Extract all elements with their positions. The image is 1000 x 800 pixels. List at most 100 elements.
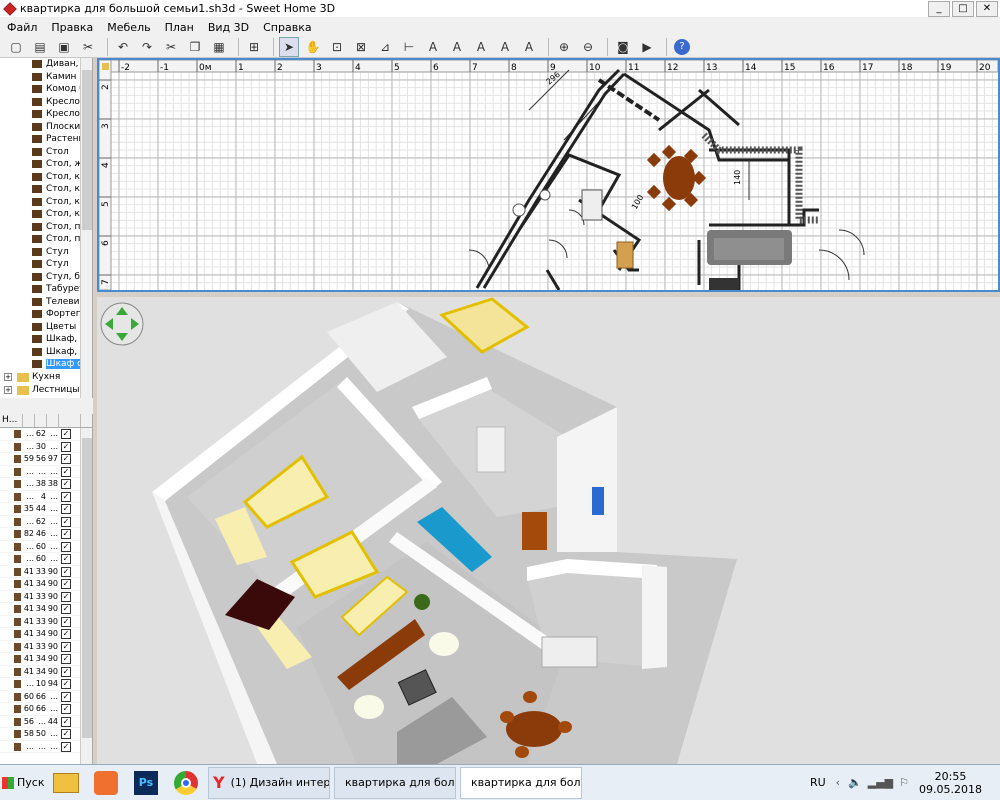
catalog-item[interactable]: Стол, к <box>0 171 92 184</box>
table-row[interactable]: ... 60... ✓ <box>0 553 92 566</box>
table-row[interactable]: ... 38 38 ✓ <box>0 478 92 491</box>
title-bar[interactable]: квартирка для большой семьи1.sh3d - Swee… <box>0 0 1000 18</box>
visible-checkbox[interactable]: ✓ <box>61 604 71 614</box>
table-row[interactable]: ... 62... ✓ <box>0 428 92 441</box>
table-row[interactable]: ......... ✓ <box>0 466 92 478</box>
table-scrollbar[interactable] <box>80 428 92 764</box>
volume-icon[interactable]: 🔈 <box>848 776 862 789</box>
create-polylines-button[interactable]: ⊿ <box>375 37 395 57</box>
catalog-item[interactable]: Стул, б <box>0 271 92 284</box>
column-depth[interactable] <box>35 414 47 427</box>
visible-checkbox[interactable]: ✓ <box>61 491 71 502</box>
catalog-item[interactable]: Стол, п <box>0 221 92 234</box>
catalog-item[interactable]: Цветы <box>0 321 92 334</box>
table-row[interactable]: 35 44... ✓ <box>0 503 92 516</box>
visible-checkbox[interactable]: ✓ <box>61 654 71 664</box>
menu-file[interactable]: Файл <box>0 21 44 34</box>
plan-canvas[interactable]: -2 -1 0м 1 2 3 4 5 6 7 8 9 10 11 12 13 14 15 16 17 18 19 20234… <box>99 60 998 290</box>
catalog-item[interactable]: Фортеп <box>0 308 92 321</box>
visible-checkbox[interactable]: ✓ <box>61 479 71 489</box>
table-row[interactable]: 41 33 90 ✓ <box>0 616 92 628</box>
column-name[interactable]: Н... <box>0 414 23 427</box>
visible-checkbox[interactable]: ✓ <box>61 466 71 477</box>
visible-checkbox[interactable]: ✓ <box>61 429 71 439</box>
menu-edit[interactable]: Правка <box>44 21 100 34</box>
task-sweethome-1[interactable]: квартирка для бол... <box>334 766 456 799</box>
table-row[interactable]: 41 33 90 ✓ <box>0 641 92 653</box>
language-indicator[interactable]: RU <box>810 776 826 789</box>
font-button[interactable]: A <box>471 37 491 57</box>
visible-checkbox[interactable]: ✓ <box>61 441 71 452</box>
3d-canvas[interactable] <box>97 297 1000 764</box>
visible-checkbox[interactable]: ✓ <box>61 579 71 589</box>
visible-checkbox[interactable]: ✓ <box>61 454 71 464</box>
table-row[interactable]: 41 34 90 ✓ <box>0 628 92 641</box>
column-visible[interactable] <box>59 414 81 427</box>
bold-button[interactable]: A <box>495 37 515 57</box>
catalog-item[interactable]: Стол, к <box>0 208 92 221</box>
table-row[interactable]: 60 66... ✓ <box>0 691 92 703</box>
save-button[interactable]: ▣ <box>54 37 74 57</box>
flag-icon[interactable]: ⚐ <box>899 776 909 789</box>
table-row[interactable]: 82 46... ✓ <box>0 528 92 541</box>
text-style-button[interactable]: A <box>447 37 467 57</box>
table-row[interactable]: 58 50... ✓ <box>0 728 92 741</box>
menu-help[interactable]: Справка <box>256 21 318 34</box>
menu-plan[interactable]: План <box>158 21 201 34</box>
table-row[interactable]: 56... 44 ✓ <box>0 716 92 728</box>
plan-view[interactable]: -2 -1 0м 1 2 3 4 5 6 7 8 9 10 11 12 13 14 15 16 17 18 19 20 2 3 4… <box>97 58 1000 292</box>
catalog-item[interactable]: Стол, ж <box>0 158 92 171</box>
catalog-item[interactable]: Шкаф, к <box>0 333 92 346</box>
catalog-item[interactable]: Плоский <box>0 121 92 134</box>
table-row[interactable]: 41 34 90 ✓ <box>0 603 92 616</box>
taskbar-photoshop[interactable]: Ps <box>128 767 164 799</box>
scroll-thumb[interactable] <box>82 438 92 738</box>
tree-folder-kitchen[interactable]: + Кухня <box>0 371 92 384</box>
3d-view[interactable] <box>97 297 1000 764</box>
expand-icon[interactable]: + <box>4 385 12 394</box>
visible-checkbox[interactable]: ✓ <box>61 729 71 739</box>
undo-button[interactable]: ↶ <box>113 37 133 57</box>
minimize-button[interactable]: _ <box>928 0 950 17</box>
paste-button[interactable]: ▦ <box>209 37 229 57</box>
tree-folder-stairs[interactable]: + Лестницы <box>0 384 92 397</box>
visible-checkbox[interactable]: ✓ <box>61 554 71 564</box>
catalog-item[interactable]: Телевиз <box>0 296 92 309</box>
start-button[interactable]: Пуск <box>2 767 48 799</box>
create-rooms-button[interactable]: ⊠ <box>351 37 371 57</box>
table-row[interactable]: ... 4... ✓ <box>0 491 92 503</box>
visible-checkbox[interactable]: ✓ <box>61 641 71 652</box>
create-walls-button[interactable]: ⊡ <box>327 37 347 57</box>
taskbar-media-player[interactable] <box>88 767 124 799</box>
select-button[interactable]: ➤ <box>279 36 299 57</box>
copy-button[interactable]: ❐ <box>185 37 205 57</box>
clock[interactable]: 20:55 09.05.2018 <box>919 770 982 796</box>
table-row[interactable]: 59 56 97 ✓ <box>0 453 92 466</box>
catalog-item[interactable]: Стол, к <box>0 183 92 196</box>
visible-checkbox[interactable]: ✓ <box>61 566 71 577</box>
video-button[interactable]: ▶ <box>637 37 657 57</box>
catalog-item[interactable]: Стул <box>0 258 92 271</box>
visible-checkbox[interactable]: ✓ <box>61 666 71 677</box>
catalog-item[interactable]: Шкаф с <box>0 358 92 371</box>
visible-checkbox[interactable]: ✓ <box>61 716 71 727</box>
tray-arrows-icon[interactable]: ‹ <box>836 776 840 789</box>
photo-button[interactable]: ◙ <box>613 37 633 57</box>
close-button[interactable]: ✕ <box>976 0 998 17</box>
visible-checkbox[interactable]: ✓ <box>61 629 71 639</box>
table-row[interactable]: 41 33 90 ✓ <box>0 591 92 603</box>
help-button[interactable]: ? <box>672 37 692 57</box>
table-row[interactable]: ... 62... ✓ <box>0 516 92 528</box>
visible-checkbox[interactable]: ✓ <box>61 541 71 552</box>
cut2-button[interactable]: ✂ <box>161 37 181 57</box>
visible-checkbox[interactable]: ✓ <box>61 529 71 539</box>
visible-checkbox[interactable]: ✓ <box>61 616 71 627</box>
visible-checkbox[interactable]: ✓ <box>61 679 71 689</box>
catalog-item[interactable]: Диван, <box>0 58 92 71</box>
maximize-button[interactable]: □ <box>952 0 974 17</box>
column-width[interactable] <box>23 414 35 427</box>
column-height[interactable] <box>47 414 59 427</box>
catalog-item[interactable]: Кресло <box>0 96 92 109</box>
table-row[interactable]: 41 34 90 ✓ <box>0 666 92 678</box>
catalog-item[interactable]: Стул <box>0 246 92 259</box>
